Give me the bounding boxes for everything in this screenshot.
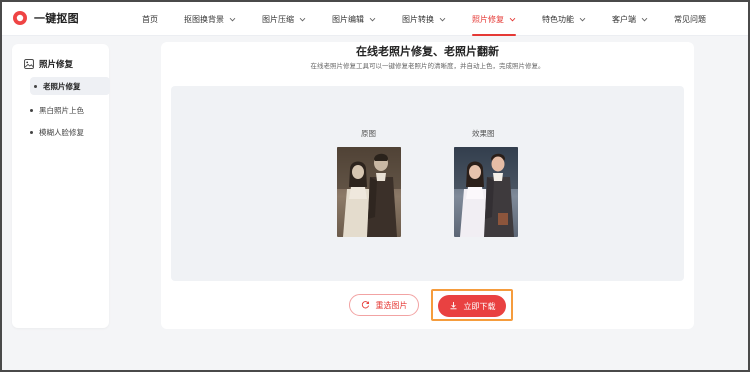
sidebar: 照片修复 老照片修复 黑白照片上色 模糊人脸修复 (12, 44, 110, 328)
photo-icon (24, 54, 34, 73)
bullet-icon (34, 84, 37, 88)
nav-item-special-features[interactable]: 特色功能 (542, 2, 586, 36)
bullet-icon (30, 108, 33, 112)
download-label: 立即下载 (463, 301, 496, 311)
nav-item-home[interactable]: 首页 (142, 2, 158, 36)
nav-label: 图片压缩 (262, 14, 294, 24)
sidebar-title: 照片修复 (39, 59, 74, 70)
sidebar-header: 照片修复 (24, 54, 73, 73)
nav-label: 常见问题 (674, 14, 706, 24)
chevron-down-icon (579, 16, 586, 23)
result-label: 效果图 (472, 129, 495, 138)
nav-label: 图片编辑 (332, 14, 364, 24)
sidebar-item-old-photo-repair[interactable]: 老照片修复 (30, 77, 110, 95)
download-button[interactable]: 立即下载 (438, 295, 506, 317)
bullet-icon (30, 130, 33, 134)
main-panel: 在线老照片修复、老照片翻新 在线老照片修复工具可以一键修复老照片的清晰度，并自动… (161, 42, 694, 329)
reselect-image-button[interactable]: 重选图片 (349, 294, 419, 316)
page-subtitle: 在线老照片修复工具可以一键修复老照片的清晰度，并自动上色，完成照片修复。 (310, 62, 545, 70)
nav-item-photo-repair[interactable]: 照片修复 (472, 2, 516, 36)
top-navigation-bar: 一键抠图 首页 抠图换背景 图片压缩 图片编辑 图片转换 照片修复 特色功能 客… (2, 2, 748, 36)
original-photo (337, 147, 401, 237)
nav-label: 客户端 (612, 14, 636, 24)
logo-icon (12, 10, 28, 26)
sidebar-item-colorize[interactable]: 黑白照片上色 (26, 101, 110, 119)
app-name: 一键抠图 (34, 12, 79, 25)
nav-label: 特色功能 (542, 14, 574, 24)
sidebar-item-label: 黑白照片上色 (39, 105, 84, 115)
nav-label: 抠图换背景 (184, 14, 224, 24)
preview-area: 原图 效果图 (171, 86, 684, 281)
chevron-down-icon (369, 16, 376, 23)
app-window: 一键抠图 首页 抠图换背景 图片压缩 图片编辑 图片转换 照片修复 特色功能 客… (0, 0, 750, 372)
sidebar-item-label: 模糊人脸修复 (39, 127, 84, 137)
nav-label: 图片转换 (402, 14, 434, 24)
main-nav: 首页 抠图换背景 图片压缩 图片编辑 图片转换 照片修复 特色功能 客户端 常见… (142, 2, 732, 36)
logo[interactable]: 一键抠图 (12, 10, 79, 26)
download-highlight-frame: 立即下载 (431, 289, 513, 321)
refresh-icon (361, 300, 370, 311)
nav-item-faq[interactable]: 常见问题 (674, 2, 706, 36)
nav-item-client[interactable]: 客户端 (612, 2, 648, 36)
sidebar-item-blurry-face-repair[interactable]: 模糊人脸修复 (26, 123, 110, 141)
chevron-down-icon (509, 16, 516, 23)
chevron-down-icon (439, 16, 446, 23)
nav-label: 首页 (142, 14, 158, 24)
nav-item-image-convert[interactable]: 图片转换 (402, 2, 446, 36)
download-icon (449, 301, 458, 312)
chevron-down-icon (299, 16, 306, 23)
sidebar-item-label: 老照片修复 (43, 81, 81, 91)
result-photo (454, 147, 518, 237)
original-label: 原图 (361, 129, 376, 138)
nav-label: 照片修复 (472, 14, 504, 24)
nav-item-image-compress[interactable]: 图片压缩 (262, 2, 306, 36)
chevron-down-icon (641, 16, 648, 23)
nav-item-image-edit[interactable]: 图片编辑 (332, 2, 376, 36)
page-title: 在线老照片修复、老照片翻新 (356, 45, 499, 58)
nav-item-cutout-background[interactable]: 抠图换背景 (184, 2, 236, 36)
reselect-label: 重选图片 (375, 300, 408, 310)
chevron-down-icon (229, 16, 236, 23)
